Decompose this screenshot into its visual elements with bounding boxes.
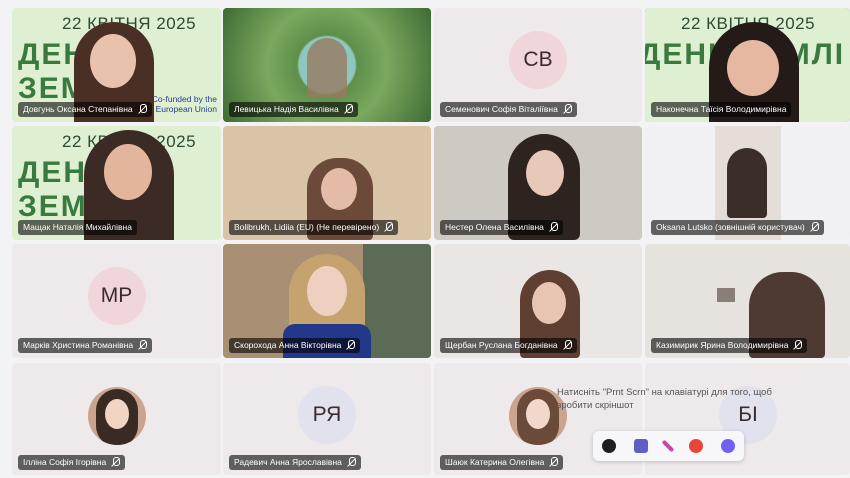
participant-name: Семенович Софія Віталіївна [445, 104, 558, 114]
participant-tile[interactable]: 22 КВІТНЯ 2025 ДЕНЬ ЗЕМЛІ Мащак Наталія … [12, 126, 221, 240]
participant-tile[interactable]: Нестер Олена Василівна [434, 126, 642, 240]
mic-off-icon [138, 104, 147, 115]
participant-tile[interactable]: МР Марків Христина Романівна [12, 244, 221, 358]
participant-name: Радевич Анна Ярославівна [234, 457, 342, 467]
mic-off-icon [346, 340, 356, 351]
participant-name: Ілліна Софія Ігорівна [23, 457, 107, 467]
grammarly-icon[interactable] [602, 439, 617, 453]
participant-avatar-photo [87, 386, 146, 445]
participant-name-tag: Казимирик Ярина Володимирівна [651, 338, 808, 353]
participant-face [526, 150, 564, 196]
pen-icon[interactable] [662, 439, 675, 453]
mic-off-icon [384, 222, 394, 233]
participant-silhouette [727, 148, 767, 218]
chrome-icon[interactable] [688, 439, 703, 453]
participant-tile[interactable]: Левицька Надія Василівна [223, 8, 431, 122]
mic-off-icon [347, 457, 356, 468]
mic-off-icon [563, 104, 572, 115]
participant-name: Марків Христина Романівна [23, 340, 134, 350]
participant-face [90, 34, 136, 88]
cofund-label: Co-funded by the European Union [152, 94, 217, 114]
participant-name: Наконечна Таїсія Володимирівна [656, 104, 787, 114]
mic-off-icon [138, 340, 148, 351]
participant-name: Oksana Lutsko (зовнішній користувач) [656, 222, 805, 232]
participant-name-tag: Наконечна Таїсія Володимирівна [651, 102, 792, 117]
participant-tile[interactable]: Скорохода Анна Вікторівна [223, 244, 431, 358]
participant-name-tag: Марків Христина Романівна [18, 338, 153, 353]
cofund-line1: Co-funded by the [151, 94, 217, 104]
participant-name: Нестер Олена Василівна [445, 222, 544, 232]
participant-tile-active-speaker[interactable]: 22 КВІТНЯ 2025 ДЕНЬ ЗЕМЛІ Наконечна Таїс… [645, 8, 850, 122]
participant-name-tag: Щербан Руслана Богданівна [440, 338, 577, 353]
participant-tile[interactable]: Ілліна Софія Ігорівна [12, 363, 221, 475]
participant-tile[interactable]: Oksana Lutsko (зовнішній користувач) [645, 126, 850, 240]
participant-face [307, 266, 347, 316]
mic-off-icon [563, 340, 572, 351]
participant-tile[interactable]: Казимирик Ярина Володимирівна [645, 244, 850, 358]
mic-off-icon [549, 222, 558, 233]
participant-tile[interactable]: РЯ Радевич Анна Ярославівна [223, 363, 431, 475]
participant-name: Шаюк Катерина Олегівна [445, 457, 545, 467]
participant-name-tag: Левицька Надія Василівна [229, 102, 358, 117]
participant-name-tag: Ілліна Софія Ігорівна [18, 455, 126, 470]
participant-name-tag: Нестер Олена Василівна [440, 220, 563, 235]
participant-name-tag: Шаюк Катерина Олегівна [440, 455, 564, 470]
mic-off-icon [344, 104, 353, 115]
participant-name-tag: Oksana Lutsko (зовнішній користувач) [651, 220, 824, 235]
participant-name: Bolibrukh, Lidiia (EU) (Не перевірено) [234, 222, 380, 232]
participant-name-tag: Довгунь Оксана Степанівна [18, 102, 152, 117]
viber-icon[interactable] [720, 439, 735, 453]
video-grid: 22 КВІТНЯ 2025 ДЕНЬ ЗЕМЛІ Co-funded by t… [0, 0, 850, 478]
participant-avatar-initials: РЯ [298, 385, 356, 444]
participant-face [532, 282, 566, 324]
participant-name: Казимирик Ярина Володимирівна [656, 340, 789, 350]
participant-face [104, 144, 152, 200]
participant-tile[interactable]: Щербан Руслана Богданівна [434, 244, 642, 358]
participant-name: Мащак Наталія Михайлівна [23, 222, 132, 232]
participant-tile[interactable]: Bolibrukh, Lidiia (EU) (Не перевірено) [223, 126, 431, 240]
cofund-line2: European Union [155, 104, 217, 114]
participant-name-tag: Радевич Анна Ярославівна [229, 455, 361, 470]
teams-icon[interactable] [634, 439, 649, 453]
participant-name: Левицька Надія Василівна [234, 104, 339, 114]
mic-off-icon [549, 457, 559, 468]
participant-name-tag: Bolibrukh, Lidiia (EU) (Не перевірено) [229, 220, 399, 235]
participant-tile[interactable]: СВ Семенович Софія Віталіївна [434, 8, 642, 122]
mic-off-icon [810, 222, 819, 233]
mic-off-icon [793, 340, 803, 351]
avatar-face [526, 398, 550, 429]
bookshelf-background [363, 244, 431, 358]
wall-picture [717, 288, 735, 302]
participant-name-tag: Мащак Наталія Михайлівна [18, 220, 137, 235]
participant-name: Щербан Руслана Богданівна [445, 340, 558, 350]
participant-avatar-initials: СВ [509, 31, 567, 90]
participant-face [727, 40, 779, 96]
participant-video [307, 38, 347, 98]
avatar-face [104, 398, 129, 429]
participant-name-tag: Скорохода Анна Вікторівна [229, 338, 361, 353]
participant-tile[interactable]: 22 КВІТНЯ 2025 ДЕНЬ ЗЕМЛІ Co-funded by t… [12, 8, 221, 122]
screenshot-hint-tooltip: Натисніть "Prnt Scrn" на клавіатурі для … [557, 387, 772, 411]
system-tray-popup [593, 431, 744, 461]
participant-name-tag: Семенович Софія Віталіївна [440, 102, 577, 117]
participant-avatar-initials: МР [87, 267, 146, 326]
participant-name: Довгунь Оксана Степанівна [23, 104, 133, 114]
mic-off-icon [111, 457, 121, 468]
participant-name: Скорохода Анна Вікторівна [234, 340, 342, 350]
participant-face [321, 168, 357, 210]
